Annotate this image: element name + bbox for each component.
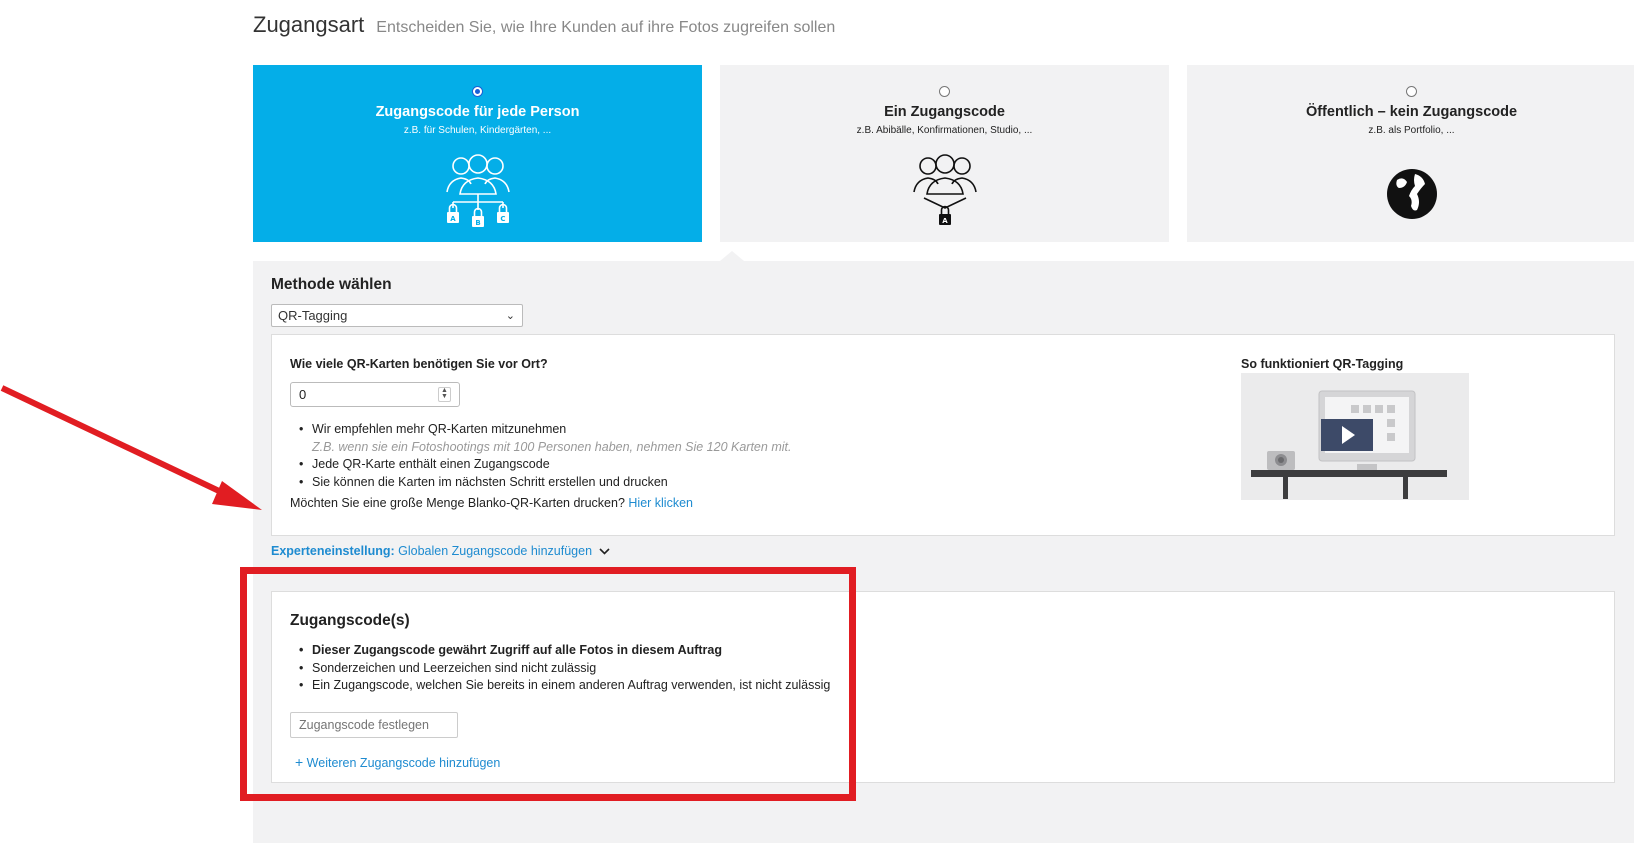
- method-select[interactable]: QR-Tagging ⌄: [271, 304, 523, 327]
- blank-qr-link[interactable]: Hier klicken: [628, 496, 693, 510]
- expert-prefix: Experteneinstellung:: [271, 544, 395, 558]
- group-individual-locks-icon: A B C: [445, 154, 510, 227]
- chevron-down-icon: ⌄: [505, 310, 515, 322]
- page-subtitle: Entscheiden Sie, wie Ihre Kunden auf ihr…: [376, 19, 836, 36]
- access-card-public[interactable]: Öffentlich – kein Zugangscode z.B. als P…: [1187, 65, 1634, 242]
- section-header: Zugangsart Entscheiden Sie, wie Ihre Kun…: [253, 12, 835, 38]
- lock-label-c: C: [500, 215, 505, 223]
- chevron-down-icon: [598, 548, 610, 555]
- expert-setting-toggle[interactable]: Experteneinstellung: Globalen Zugangscod…: [271, 544, 610, 558]
- blank-qr-text: Möchten Sie eine große Menge Blanko-QR-K…: [290, 496, 625, 510]
- card-subtitle: z.B. Abibälle, Konfirmationen, Studio, .…: [856, 125, 1033, 136]
- card-title: Ein Zugangscode: [884, 104, 1005, 120]
- radio-public[interactable]: [1406, 86, 1417, 97]
- list-item: Wir empfehlen mehr QR-Karten mitzunehmen: [290, 421, 791, 439]
- list-item: Sie können die Karten im nächsten Schrit…: [290, 474, 791, 492]
- video-thumbnail: [1241, 373, 1469, 500]
- qr-tagging-video[interactable]: [1241, 373, 1469, 500]
- lock-label-b: B: [475, 219, 480, 227]
- lock-label-a: A: [450, 215, 456, 223]
- card-title: Zugangscode für jede Person: [375, 104, 580, 120]
- qr-bullet-list: Wir empfehlen mehr QR-Karten mitzunehmen…: [290, 421, 791, 491]
- card-title: Öffentlich – kein Zugangscode: [1305, 104, 1518, 120]
- card-subtitle: z.B. für Schulen, Kindergärten, ...: [403, 125, 552, 136]
- card-subtitle: z.B. als Portfolio, ...: [1368, 125, 1455, 136]
- panel-notch: [720, 251, 744, 261]
- number-spinner-icon[interactable]: ▲ ▼: [438, 387, 451, 402]
- access-card-single-code[interactable]: Ein Zugangscode z.B. Abibälle, Konfirmat…: [720, 65, 1169, 242]
- access-type-cards: Zugangscode für jede Person z.B. für Sch…: [253, 65, 1634, 242]
- video-title: So funktioniert QR-Tagging: [1241, 357, 1404, 371]
- lock-label-a: A: [942, 217, 948, 225]
- blank-qr-line: Möchten Sie eine große Menge Blanko-QR-K…: [290, 496, 693, 510]
- highlight-annotation-box: [240, 567, 856, 801]
- list-item: Jede QR-Karte enthält einen Zugangscode: [290, 456, 791, 474]
- globe-icon: [1386, 169, 1437, 219]
- qr-count-input[interactable]: 0 ▲ ▼: [290, 382, 460, 407]
- arrow-annotation-icon: [0, 385, 262, 510]
- radio-per-person[interactable]: [472, 86, 483, 97]
- qr-card-box: Wie viele QR-Karten benötigen Sie vor Or…: [271, 334, 1615, 536]
- access-card-per-person[interactable]: Zugangscode für jede Person z.B. für Sch…: [253, 65, 702, 242]
- method-select-value: QR-Tagging: [278, 308, 348, 323]
- qr-count-value: 0: [299, 387, 307, 402]
- method-label: Methode wählen: [271, 276, 392, 293]
- radio-single-code[interactable]: [939, 86, 950, 97]
- qr-question: Wie viele QR-Karten benötigen Sie vor Or…: [290, 357, 548, 371]
- list-item-note: Z.B. wenn sie ein Fotoshootings mit 100 …: [312, 439, 792, 454]
- expert-label: Globalen Zugangscode hinzufügen: [398, 544, 593, 558]
- page-title: Zugangsart: [253, 12, 365, 37]
- page: Zugangsart Entscheiden Sie, wie Ihre Kun…: [0, 0, 1634, 856]
- group-single-lock-icon: A: [912, 154, 977, 225]
